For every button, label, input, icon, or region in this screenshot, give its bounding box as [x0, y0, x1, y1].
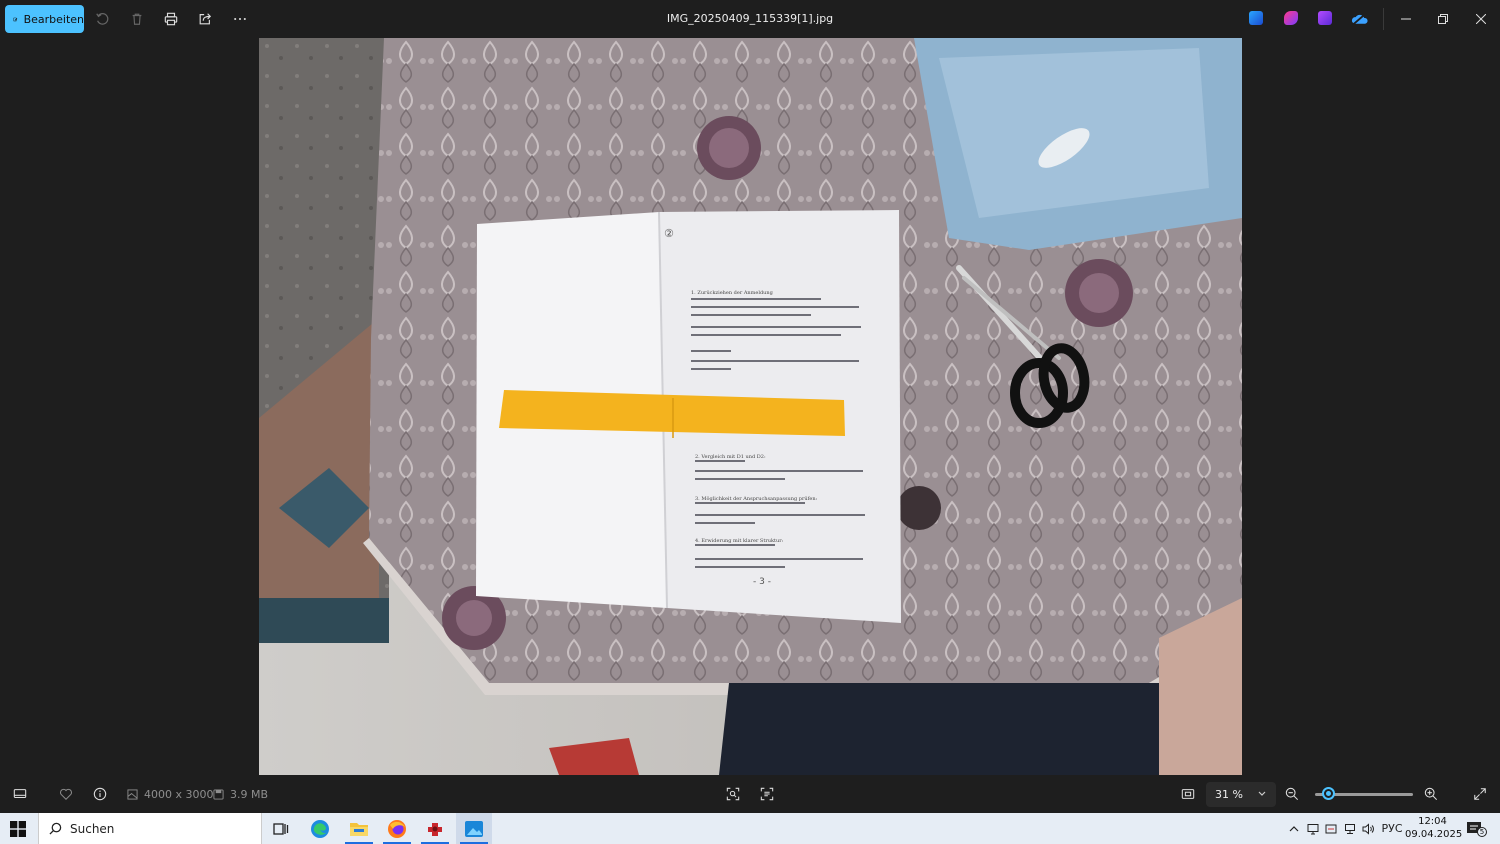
minimize-button[interactable]: [1396, 9, 1416, 29]
photos-icon: [465, 820, 483, 837]
zoom-out-icon: [1285, 787, 1299, 801]
folder-icon: [350, 822, 368, 836]
visual-search-button[interactable]: [724, 785, 742, 803]
share-icon: [199, 13, 212, 25]
doc-heading-1: 1. Zurückziehen der Anmeldung: [691, 290, 774, 296]
edit-button[interactable]: Bearbeiten: [5, 5, 84, 33]
clock-time: 12:04: [1418, 816, 1447, 827]
trash-icon: [132, 13, 142, 25]
edge-icon: [311, 819, 329, 838]
print-button[interactable]: [161, 9, 181, 29]
task-view-button[interactable]: [263, 813, 299, 844]
file-size-text: 3.9 MB: [230, 788, 269, 801]
file-size: 3.9 MB: [213, 788, 268, 801]
title-separator: [1383, 8, 1384, 30]
window-title: IMG_20250409_115339[1].jpg: [666, 12, 834, 25]
image-dimensions: 4000 x 3000: [127, 788, 214, 801]
delete-button[interactable]: [127, 9, 147, 29]
more-options-button[interactable]: [230, 9, 250, 29]
chevron-up-icon: [1289, 825, 1299, 831]
search-placeholder: Suchen: [70, 821, 115, 836]
zoom-level-dropdown[interactable]: 31 %: [1206, 782, 1276, 807]
disk-icon: [213, 789, 224, 800]
doc-section-3: 3. Möglichkeit der Anspruchsanpassung pr…: [695, 496, 818, 502]
firefox-icon: [388, 819, 406, 838]
title-bar: Bearbeiten IMG_20250409_115339[1].jpg: [0, 0, 1500, 37]
restore-button[interactable]: [1433, 9, 1453, 29]
puzzle-app-icon: [428, 822, 442, 836]
taskbar-app-red[interactable]: [417, 813, 453, 844]
taskbar-file-explorer[interactable]: [341, 813, 377, 844]
file-info-button[interactable]: [91, 785, 109, 803]
chevron-down-icon: [1258, 791, 1266, 796]
filmstrip-button[interactable]: [11, 785, 29, 803]
edit-image-icon: [13, 17, 18, 21]
more-icon: [234, 17, 246, 21]
tray-volume-icon[interactable]: [1360, 813, 1376, 844]
doc-section-2: 2. Vergleich mit D1 und D2:: [695, 454, 766, 460]
language-indicator[interactable]: РУС: [1380, 813, 1404, 844]
page-number-mark: ②: [664, 227, 674, 240]
edit-button-label: Bearbeiten: [23, 12, 84, 26]
rotate-icon: [96, 13, 109, 25]
windows-start-icon[interactable]: [10, 821, 26, 837]
notification-center-button[interactable]: 5: [1466, 820, 1487, 838]
zoom-in-button[interactable]: [1422, 785, 1440, 803]
info-icon: [93, 787, 107, 801]
close-icon: [1476, 14, 1486, 24]
clipchamp-icon[interactable]: [1318, 11, 1332, 25]
heart-icon: [60, 788, 72, 800]
designer-app-icon[interactable]: [1249, 11, 1263, 25]
page-number-bottom: - 3 -: [753, 577, 771, 587]
tray-device-icon[interactable]: [1305, 813, 1321, 844]
photos-app-window: Bearbeiten IMG_20250409_115339[1].jpg ② …: [0, 0, 1500, 813]
network-icon: [1345, 823, 1355, 834]
dimensions-icon: [127, 789, 138, 800]
restore-icon: [1438, 14, 1448, 24]
fullscreen-button[interactable]: [1471, 785, 1489, 803]
share-button[interactable]: [195, 9, 215, 29]
fit-to-window-button[interactable]: [1179, 785, 1197, 803]
favorite-button[interactable]: [57, 785, 75, 803]
clock-date: 09.04.2025: [1405, 829, 1463, 840]
fit-window-icon: [1181, 789, 1195, 799]
tray-network-icon[interactable]: [1342, 813, 1358, 844]
notification-badge: 5: [1477, 827, 1487, 837]
taskbar-firefox[interactable]: [379, 813, 415, 844]
zoom-level-value: 31 %: [1215, 788, 1243, 801]
tray-meet-icon[interactable]: [1323, 813, 1339, 844]
rotate-button[interactable]: [92, 9, 112, 29]
filmstrip-icon: [13, 789, 27, 799]
zoom-slider-thumb[interactable]: [1321, 787, 1335, 800]
printer-icon: [164, 12, 178, 26]
show-hidden-icons-button[interactable]: [1286, 813, 1302, 844]
text-scan-icon: [760, 787, 774, 801]
onedrive-icon[interactable]: [1351, 11, 1368, 26]
taskbar-photos[interactable]: [456, 813, 492, 844]
close-button[interactable]: [1471, 9, 1491, 29]
photo-viewer-image[interactable]: ② 1. Zurückziehen der Anmeldung 2. Vergl…: [259, 38, 1242, 775]
taskbar-clock[interactable]: 12:04 09.04.2025: [1405, 815, 1463, 841]
dimensions-text: 4000 x 3000: [144, 788, 214, 801]
taskbar-search-box[interactable]: Suchen: [38, 813, 262, 844]
visual-search-icon: [726, 787, 740, 801]
volume-icon: [1362, 822, 1374, 835]
monitor-icon: [1307, 823, 1319, 834]
copilot-icon[interactable]: [1284, 11, 1298, 25]
expand-icon: [1474, 788, 1486, 800]
photo-content: ② 1. Zurückziehen der Anmeldung 2. Vergl…: [259, 38, 1242, 775]
minimize-icon: [1401, 18, 1411, 20]
meet-now-icon: [1325, 824, 1337, 833]
zoom-in-icon: [1424, 787, 1438, 801]
task-view-icon: [273, 822, 289, 835]
taskbar-edge[interactable]: [302, 813, 338, 844]
copy-text-button[interactable]: [758, 785, 776, 803]
zoom-out-button[interactable]: [1283, 785, 1301, 803]
doc-section-4: 4. Erwiderung mit klarer Struktur:: [695, 538, 784, 544]
search-icon: [49, 822, 62, 835]
